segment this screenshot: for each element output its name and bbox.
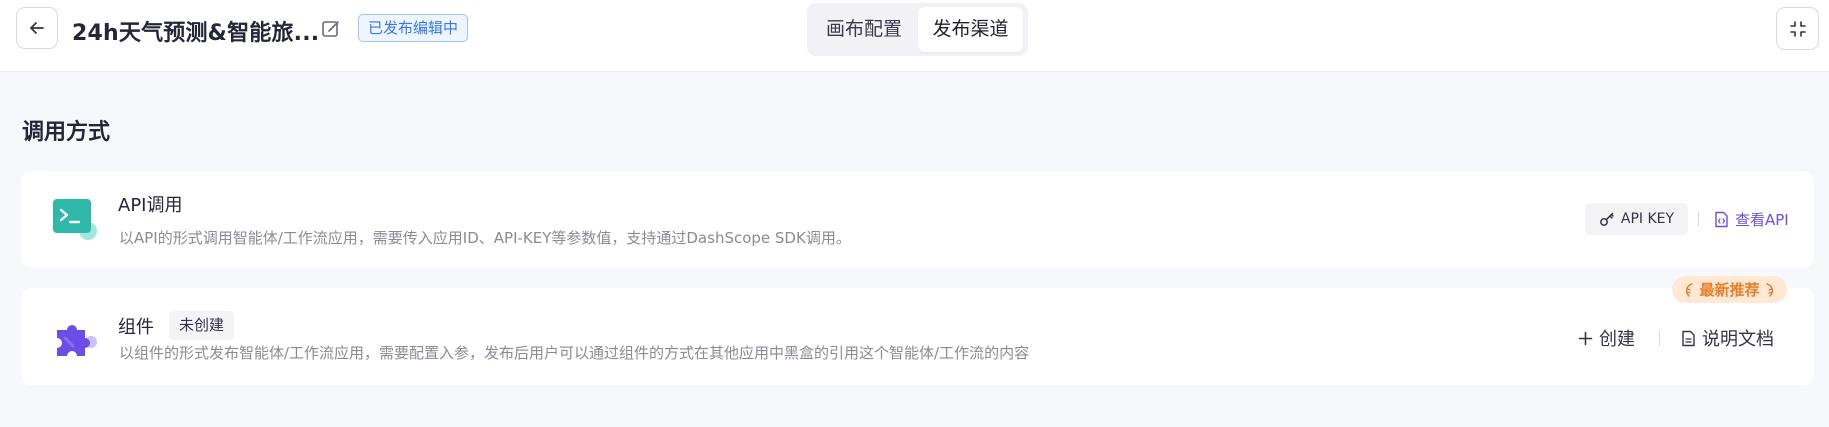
- edit-icon[interactable]: [320, 18, 342, 40]
- code-doc-icon: [1715, 211, 1728, 227]
- component-card: 组件 未创建 以组件的形式发布智能体/工作流应用，需要配置入参，发布后用户可以通…: [21, 288, 1814, 385]
- status-badge: 已发布编辑中: [358, 14, 469, 42]
- divider: [1659, 330, 1660, 346]
- laurel-left-icon: [1686, 282, 1694, 297]
- collapse-icon: [1789, 20, 1806, 37]
- api-call-card: API调用 以API的形式调用智能体/工作流应用，需要传入应用ID、API-KE…: [21, 171, 1814, 267]
- tab-canvas-config[interactable]: 画布配置: [812, 7, 916, 52]
- divider: [1698, 211, 1699, 227]
- component-card-description: 以组件的形式发布智能体/工作流应用，需要配置入参，发布后用户可以通过组件的方式在…: [119, 344, 1030, 362]
- recommend-badge: 最新推荐: [1672, 276, 1787, 303]
- api-key-label: API KEY: [1620, 211, 1675, 227]
- document-icon: [1682, 330, 1695, 346]
- api-card-title: API调用: [118, 195, 183, 216]
- create-button[interactable]: 创建: [1578, 323, 1635, 353]
- create-label: 创建: [1599, 329, 1635, 350]
- tab-publish-channel[interactable]: 发布渠道: [918, 7, 1023, 52]
- docs-button[interactable]: 说明文档: [1681, 323, 1774, 353]
- puzzle-icon: [57, 325, 97, 356]
- laurel-right-icon: [1765, 282, 1773, 297]
- app-title: 24h天气预测&智能旅...: [72, 21, 320, 46]
- section-title: 调用方式: [22, 120, 111, 145]
- arrow-left-icon: [30, 22, 44, 34]
- tab-switcher: 画布配置 发布渠道: [807, 3, 1028, 56]
- recommend-label: 最新推荐: [1699, 281, 1760, 299]
- terminal-icon: [53, 199, 97, 240]
- view-api-link[interactable]: 查看API: [1714, 203, 1789, 235]
- component-card-title: 组件: [118, 317, 154, 338]
- key-icon: [1599, 212, 1614, 226]
- collapse-button[interactable]: [1776, 7, 1819, 50]
- view-api-label: 查看API: [1735, 210, 1789, 229]
- top-bar: 24h天气预测&智能旅... 已发布编辑中 画布配置 发布渠道: [0, 0, 1829, 72]
- plus-icon: [1578, 331, 1593, 345]
- back-button[interactable]: [16, 7, 58, 49]
- docs-label: 说明文档: [1702, 329, 1774, 350]
- api-card-description: 以API的形式调用智能体/工作流应用，需要传入应用ID、API-KEY等参数值，…: [119, 229, 851, 247]
- uncreated-tag: 未创建: [169, 311, 235, 340]
- api-key-button[interactable]: API KEY: [1585, 203, 1688, 235]
